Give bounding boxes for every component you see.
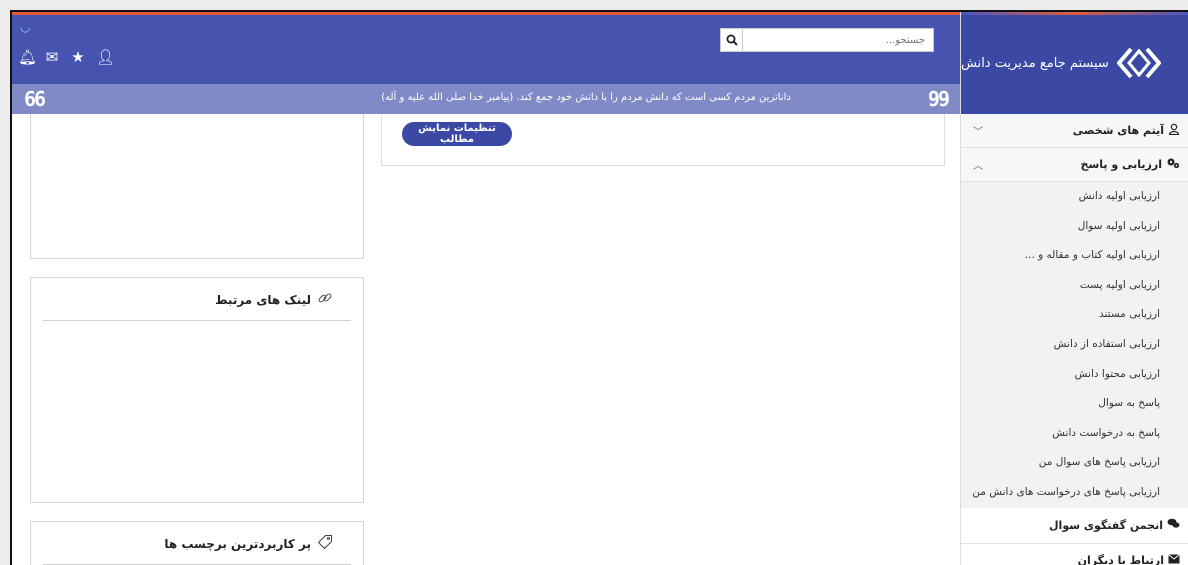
popular-tags-header: پر کاربردترین برچسب ها — [43, 522, 351, 565]
submenu-item[interactable]: ارزیابی اولیه سوال — [961, 212, 1188, 242]
content-panel: تنظیمات نمایش مطالب — [381, 114, 945, 166]
open-quote-mark: 99 — [927, 87, 950, 111]
envelope-icon — [1168, 553, 1180, 565]
left-column: لینک های مرتبط پر کاربردترین برچسب ها — [30, 114, 364, 565]
brand-header[interactable]: سیستم جامع مدیریت دانش — [961, 12, 1188, 114]
top-icon-group: 🔔︎ ✉ ★ 👤︎ — [18, 48, 115, 66]
user-icon[interactable]: 👤︎ — [96, 48, 115, 66]
submenu-item[interactable]: ارزیابی پاسخ های سوال من — [961, 448, 1188, 478]
menu-personal-items[interactable]: آیتم های شخصی ﹀ — [961, 114, 1188, 148]
related-links-title: لینک های مرتبط — [215, 293, 311, 307]
brand-logo-icon — [1116, 47, 1161, 79]
user-outline-icon — [1168, 123, 1180, 138]
quote-bar: 66 داناترین مردم کسی است که دانش مردم را… — [12, 84, 960, 114]
submenu-item[interactable]: پاسخ به درخواست دانش — [961, 419, 1188, 449]
cogs-icon — [1166, 157, 1180, 172]
menu-forum-label: انجمن گفتگوی سوال — [1049, 518, 1163, 532]
menu-personal-items-label: آیتم های شخصی — [1072, 124, 1164, 137]
menu-evaluation[interactable]: ارزیابی و پاسخ ︿ — [961, 148, 1188, 182]
bell-icon[interactable]: 🔔︎ — [18, 48, 37, 66]
submenu-item[interactable]: ارزیابی استفاده از دانش — [961, 330, 1188, 360]
search-box — [720, 28, 934, 52]
submenu-item[interactable]: ارزیابی اولیه کتاب و مقاله و ... — [961, 241, 1188, 271]
mail-icon[interactable]: ✉ — [44, 48, 60, 66]
submenu-item[interactable]: ارزیابی محتوا دانش — [961, 360, 1188, 390]
loading-spinner-icon: ◡ — [20, 20, 31, 34]
top-bar: ◡ 🔔︎ ✉ ★ 👤︎ — [12, 12, 960, 84]
submenu-item[interactable]: ارزیابی پاسخ های درخواست های دانش من — [961, 478, 1188, 508]
display-settings-button[interactable]: تنظیمات نمایش مطالب — [402, 122, 512, 146]
search-button[interactable] — [721, 29, 743, 51]
submenu-item[interactable]: پاسخ به سوال — [961, 389, 1188, 419]
star-icon[interactable]: ★ — [70, 48, 86, 66]
link-icon — [317, 290, 333, 310]
menu-forum[interactable]: انجمن گفتگوی سوال — [961, 507, 1188, 544]
chevron-down-icon: ﹀ — [973, 127, 983, 138]
app-frame: ◡ 🔔︎ ✉ ★ 👤︎ 66 داناترین مردم کسی است که … — [10, 10, 1188, 565]
menu-communication[interactable]: ارتباط با دیگران — [961, 543, 1188, 565]
comments-icon — [1167, 518, 1180, 532]
related-links-header: لینک های مرتبط — [43, 278, 351, 321]
search-icon — [726, 34, 738, 46]
submenu-item[interactable]: ارزیابی مستند — [961, 300, 1188, 330]
popular-tags-panel: پر کاربردترین برچسب ها — [30, 521, 364, 565]
top-accent-line — [12, 12, 960, 15]
evaluation-submenu: ارزیابی اولیه دانش ارزیابی اولیه سوال ار… — [961, 182, 1188, 508]
sidebar: سیستم جامع مدیریت دانش آیتم های شخصی ﹀ ا… — [960, 12, 1188, 565]
top-widget-panel — [30, 114, 364, 259]
chevron-up-icon: ︿ — [973, 161, 983, 172]
submenu-item[interactable]: ارزیابی اولیه پست — [961, 271, 1188, 301]
search-input[interactable] — [743, 29, 933, 51]
menu-evaluation-label: ارزیابی و پاسخ — [1080, 158, 1162, 171]
brand-title: سیستم جامع مدیریت دانش — [961, 55, 1109, 71]
submenu-item[interactable]: ارزیابی اولیه دانش — [961, 182, 1188, 212]
tag-icon — [317, 534, 333, 554]
popular-tags-title: پر کاربردترین برچسب ها — [164, 537, 311, 551]
related-links-panel: لینک های مرتبط — [30, 277, 364, 503]
menu-communication-label: ارتباط با دیگران — [1077, 553, 1164, 565]
quote-text: داناترین مردم کسی است که دانش مردم را با… — [381, 92, 791, 103]
